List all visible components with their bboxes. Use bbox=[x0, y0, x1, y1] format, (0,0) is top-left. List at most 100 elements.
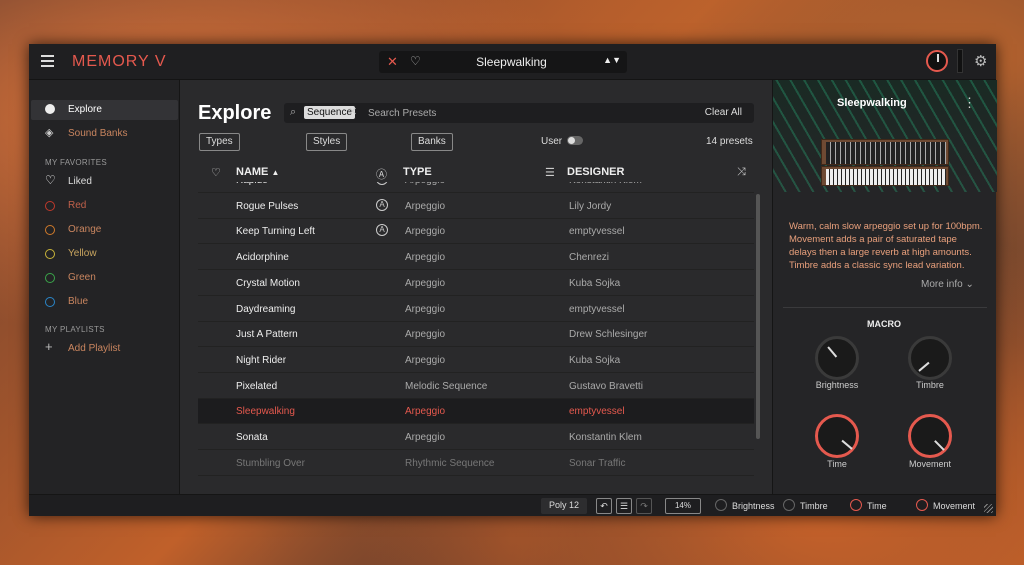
table-row[interactable]: Daydreaming Arpeggio emptyvessel bbox=[198, 297, 754, 322]
sidebar-item-sound-banks[interactable]: ◈ Sound Banks bbox=[31, 124, 178, 144]
preset-type-cell: Arpeggio bbox=[405, 303, 446, 315]
preset-type-cell: Arpeggio bbox=[405, 226, 446, 238]
redo-icon[interactable]: ↷ bbox=[636, 498, 652, 514]
table-row[interactable]: Stumbling Over Rhythmic Sequence Sonar Tra… bbox=[198, 451, 754, 476]
preset-description: Warm, calm slow arpeggio set up for 100b… bbox=[789, 221, 983, 271]
search-bar[interactable]: ⌕ Sequence ✕ Clear All bbox=[284, 103, 754, 123]
preset-name-cell: Night Rider bbox=[236, 354, 287, 366]
brightness-mini-knob[interactable] bbox=[715, 499, 727, 511]
sidebar-item-red[interactable]: Red bbox=[31, 196, 178, 216]
preset-selector[interactable]: ✕ ♡ Sleepwalking ▲▼ bbox=[379, 51, 627, 73]
close-icon[interactable]: ✕ bbox=[387, 54, 398, 70]
gear-icon[interactable]: ⚙ bbox=[974, 52, 987, 70]
time-knob[interactable] bbox=[815, 414, 859, 458]
sidebar-item-label: Red bbox=[68, 200, 87, 211]
bottom-bar: Poly 12 ↶ ☰ ↷ 14% Brightness Timbre Time… bbox=[29, 494, 996, 516]
plus-icon: + bbox=[45, 339, 53, 354]
sidebar-item-liked[interactable]: ♡ Liked bbox=[31, 172, 178, 192]
clear-all-button[interactable]: Clear All bbox=[705, 107, 742, 118]
preset-name-cell: Just A Pattern bbox=[236, 329, 298, 341]
table-row[interactable]: Rapide A Arpeggio Konstantin Klem bbox=[198, 182, 754, 193]
blue-dot-icon bbox=[45, 297, 55, 307]
add-playlist-label: Add Playlist bbox=[68, 343, 121, 354]
sidebar-item-label: Liked bbox=[68, 176, 92, 187]
table-row[interactable]: Crystal Motion Arpeggio Kuba Sojka bbox=[198, 271, 754, 296]
sidebar-item-blue[interactable]: Blue bbox=[31, 292, 178, 312]
heart-icon: ♡ bbox=[45, 173, 56, 187]
more-info-link[interactable]: More info ⌄ bbox=[921, 279, 974, 290]
preset-type-cell: Arpeggio bbox=[405, 354, 446, 366]
preset-info-title: Sleepwalking bbox=[837, 97, 907, 109]
menu-icon[interactable] bbox=[41, 55, 54, 67]
preset-name-cell: Rapide bbox=[236, 182, 268, 186]
table-row[interactable]: Just A Pattern Arpeggio Drew Schlesinger bbox=[198, 322, 754, 348]
green-dot-icon bbox=[45, 273, 55, 283]
volume-meter bbox=[957, 49, 963, 73]
yellow-dot-icon bbox=[45, 249, 55, 259]
preset-info-panel: Sleepwalking ⋮ Warm, calm slow arpeggio … bbox=[772, 80, 997, 494]
table-row[interactable]: Acidorphine Arpeggio Chenrezi bbox=[198, 245, 754, 271]
preset-designer-cell: Sonar Traffic bbox=[569, 457, 626, 469]
chip-close-icon[interactable]: ✕ bbox=[348, 105, 357, 118]
table-row[interactable]: Sleepwalking Arpeggio emptyvessel bbox=[198, 399, 754, 425]
search-icon: ⌕ bbox=[290, 106, 297, 118]
favorites-header: MY FAVORITES bbox=[45, 158, 107, 167]
app-title[interactable]: MEMORY V bbox=[72, 53, 167, 71]
styles-filter-button[interactable]: Styles bbox=[306, 133, 348, 151]
sidebar-item-orange[interactable]: Orange bbox=[31, 220, 178, 240]
undo-icon[interactable]: ↶ bbox=[596, 498, 612, 514]
table-row[interactable]: Rogue Pulses A Arpeggio Lily Jordy bbox=[198, 194, 754, 219]
brightness-knob-label: Brightness bbox=[815, 380, 859, 390]
preset-type-cell: Arpeggio bbox=[405, 252, 446, 264]
explore-icon bbox=[45, 104, 55, 114]
types-filter-button[interactable]: Types bbox=[199, 133, 240, 151]
preset-count: 14 presets bbox=[706, 136, 753, 147]
history-icon[interactable]: ☰ bbox=[616, 498, 632, 514]
preset-designer-cell: Konstantin Klem bbox=[569, 182, 642, 186]
scrollbar[interactable] bbox=[756, 194, 760, 439]
sidebar-item-yellow[interactable]: Yellow bbox=[31, 244, 178, 264]
more-options-icon[interactable]: ⋮ bbox=[963, 95, 976, 111]
heart-icon[interactable]: ♡ bbox=[410, 54, 421, 68]
preset-nav-arrows[interactable]: ▲▼ bbox=[603, 55, 621, 65]
time-mini-knob[interactable] bbox=[850, 499, 862, 511]
preset-name-cell: Pixelated bbox=[236, 380, 278, 392]
preset-name-cell: Keep Turning Left bbox=[236, 226, 315, 238]
poly-setting[interactable]: Poly 12 bbox=[541, 498, 588, 514]
timbre-mini-knob[interactable] bbox=[783, 499, 795, 511]
brightness-knob[interactable] bbox=[815, 336, 859, 380]
red-dot-icon bbox=[45, 201, 55, 211]
table-row[interactable]: Night Rider Arpeggio Kuba Sojka bbox=[198, 348, 754, 373]
timbre-knob[interactable] bbox=[908, 336, 952, 380]
preset-designer-cell: Konstantin Klem bbox=[569, 432, 642, 443]
sidebar-item-green[interactable]: Green bbox=[31, 268, 178, 288]
search-input[interactable] bbox=[368, 105, 628, 121]
movement-knob[interactable] bbox=[908, 414, 952, 458]
sidebar-item-label: Sound Banks bbox=[68, 128, 128, 139]
movement-mini-knob[interactable] bbox=[916, 499, 928, 511]
sidebar: Explore ◈ Sound Banks MY FAVORITES ♡ Lik… bbox=[29, 80, 180, 494]
preset-name-cell: Sleepwalking bbox=[236, 406, 295, 418]
preset-type-cell: Arpeggio bbox=[405, 329, 446, 341]
preset-type-cell: Arpeggio bbox=[405, 432, 446, 443]
preset-type-cell: Arpeggio bbox=[405, 277, 446, 289]
name-column-label: NAME bbox=[236, 166, 269, 178]
add-playlist-button[interactable]: + Add Playlist bbox=[31, 339, 178, 359]
user-toggle[interactable] bbox=[567, 136, 583, 145]
table-row[interactable]: Sonata Arpeggio Konstantin Klem bbox=[198, 425, 754, 450]
table-row[interactable]: Keep Turning Left A Arpeggio emptyvessel bbox=[198, 219, 754, 245]
preset-type-cell: Arpeggio bbox=[405, 406, 446, 418]
preset-designer-cell: Kuba Sojka bbox=[569, 277, 621, 289]
table-row[interactable]: Pixelated Melodic Sequence Gustavo Bravett… bbox=[198, 374, 754, 399]
banks-filter-button[interactable]: Banks bbox=[411, 133, 453, 151]
movement-mini-label: Movement bbox=[933, 501, 976, 511]
macro-title: MACRO bbox=[867, 319, 901, 329]
movement-knob-label: Movement bbox=[908, 459, 952, 469]
sidebar-item-explore[interactable]: Explore bbox=[31, 100, 178, 120]
preset-name-cell: Daydreaming bbox=[236, 303, 296, 315]
resize-handle[interactable] bbox=[984, 504, 993, 513]
volume-knob[interactable] bbox=[926, 50, 948, 72]
top-bar: MEMORY V ✕ ♡ Sleepwalking ▲▼ ⚙ bbox=[29, 44, 996, 80]
preset-list: Rapide A Arpeggio Konstantin Klem Rogue Puls… bbox=[198, 182, 754, 492]
preset-name[interactable]: Sleepwalking bbox=[469, 55, 554, 69]
